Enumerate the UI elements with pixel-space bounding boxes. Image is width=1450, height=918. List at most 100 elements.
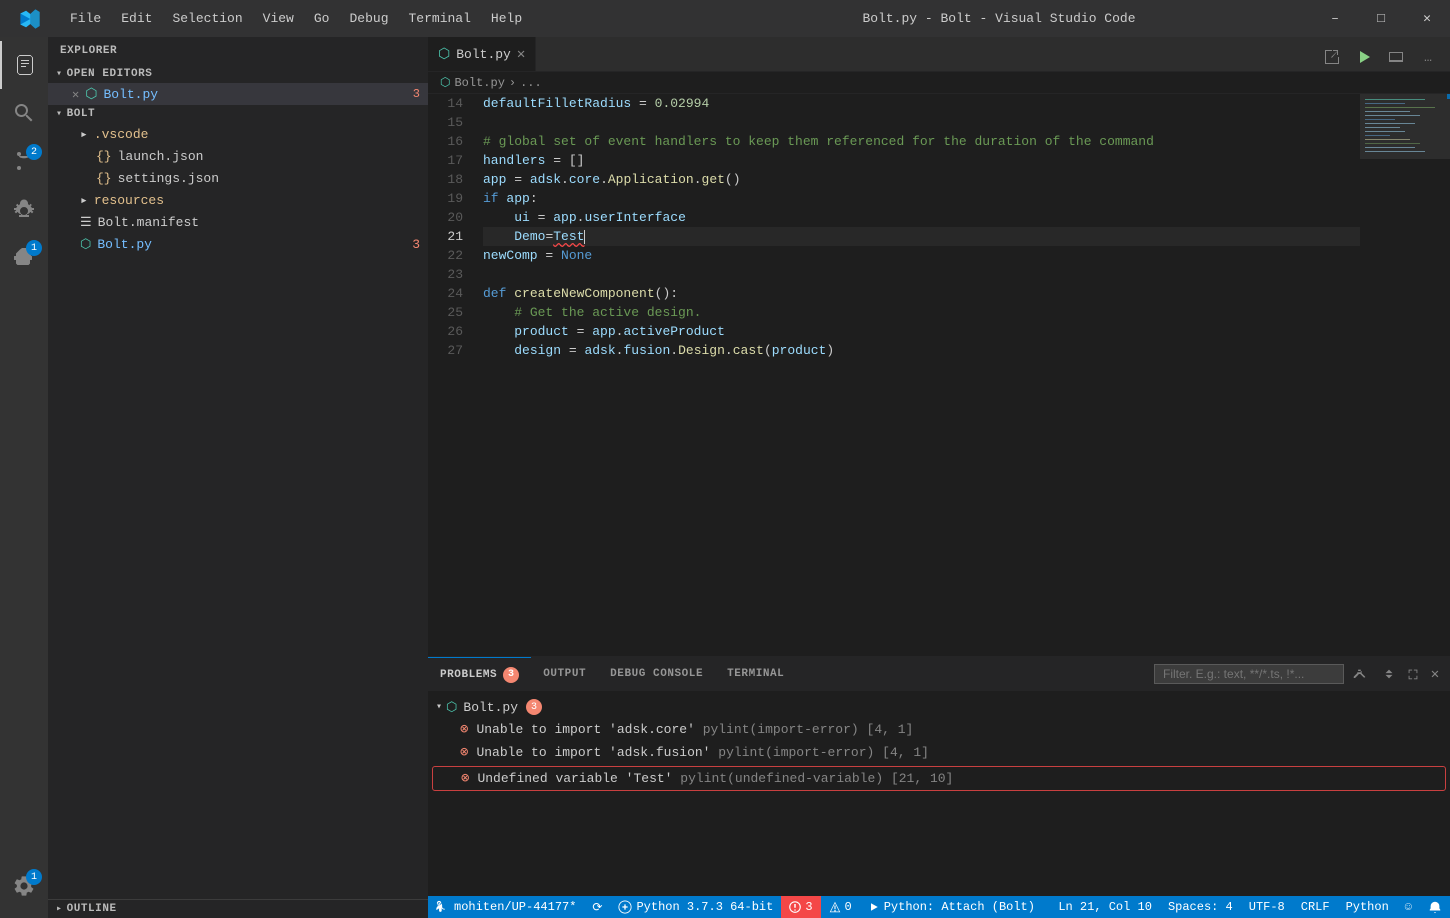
collapse-panel-icon[interactable] (1378, 663, 1400, 685)
python-icon: ⬡ (80, 237, 91, 252)
status-python-version[interactable]: Python 3.7.3 64-bit (610, 896, 781, 918)
problem-item-1[interactable]: ⊗ Unable to import 'adsk.core' pylint(im… (428, 718, 1450, 741)
sync-icon: ⟳ (592, 900, 602, 915)
minimize-button[interactable]: – (1312, 0, 1358, 37)
line-ending-text: CRLF (1301, 900, 1330, 914)
status-warnings[interactable]: 0 (821, 896, 860, 918)
manifest-icon: ☰ (80, 215, 92, 230)
folder-vscode[interactable]: ▸ .vscode (48, 123, 428, 145)
menu-terminal[interactable]: Terminal (399, 0, 481, 37)
status-language[interactable]: Python (1338, 896, 1397, 918)
status-sync[interactable]: ⟳ (584, 896, 610, 918)
terminal-label: TERMINAL (727, 668, 784, 680)
tab-boltpy[interactable]: ⬡ Bolt.py ✕ (428, 37, 536, 71)
close-panel-icon[interactable]: ✕ (1424, 663, 1446, 685)
problem-file-group[interactable]: ▾ ⬡ Bolt.py 3 (428, 696, 1450, 718)
activity-settings[interactable]: 1 (0, 862, 48, 910)
file-group-badge: 3 (526, 699, 542, 715)
activity-bar: 2 1 1 (0, 37, 48, 918)
problem-item-2[interactable]: ⊗ Unable to import 'adsk.fusion' pylint(… (428, 741, 1450, 764)
toggle-panel-button[interactable] (1382, 43, 1410, 71)
filter-settings-icon[interactable] (1348, 663, 1370, 685)
tab-problems[interactable]: PROBLEMS 3 (428, 657, 531, 692)
code-line-19: if app: (483, 189, 1360, 208)
problem-item-3[interactable]: ⊗ Undefined variable 'Test' pylint(undef… (432, 766, 1446, 791)
tab-output[interactable]: OUTPUT (531, 657, 598, 692)
run-button[interactable] (1350, 43, 1378, 71)
file-launch-json[interactable]: {} launch.json (48, 145, 428, 167)
maximize-button[interactable]: □ (1358, 0, 1404, 37)
tab-debug-console[interactable]: DEBUG CONSOLE (598, 657, 715, 692)
filter-area (1146, 663, 1378, 685)
status-errors[interactable]: 3 (781, 896, 820, 918)
encoding-text: UTF-8 (1249, 900, 1285, 914)
status-branch-name: mohiten/UP-44177* (454, 900, 576, 914)
window-controls: – □ ✕ (1312, 0, 1450, 37)
open-editor-boltpy[interactable]: ✕ ⬡ Bolt.py 3 (48, 83, 428, 105)
minimap[interactable] (1360, 94, 1450, 656)
python-version-text: Python 3.7.3 64-bit (636, 900, 773, 914)
cursor-position: Ln 21, Col 10 (1058, 900, 1152, 914)
code-line-14: defaultFilletRadius = 0.02994 (483, 94, 1360, 113)
status-bell[interactable] (1420, 896, 1450, 918)
code-content[interactable]: defaultFilletRadius = 0.02994 # global s… (473, 94, 1360, 656)
resources-folder-icon: ▸ (80, 193, 88, 208)
section-open-editors[interactable]: ▾ OPEN EDITORS (48, 65, 428, 83)
filter-input[interactable] (1154, 664, 1344, 684)
folder-resources[interactable]: ▸ resources (48, 189, 428, 211)
breadcrumb-file-icon: ⬡ (440, 75, 450, 90)
menu-view[interactable]: View (253, 0, 304, 37)
status-line-ending[interactable]: CRLF (1293, 896, 1338, 918)
problem-code-3: pylint(undefined-variable) (672, 771, 883, 786)
code-editor[interactable]: 14 15 16 17 18 19 20 21 22 23 24 25 26 2… (428, 94, 1450, 656)
section-bolt[interactable]: ▾ BOLT (48, 105, 428, 123)
activity-extensions[interactable]: 1 (0, 233, 48, 281)
menu-help[interactable]: Help (481, 0, 532, 37)
status-cursor[interactable]: Ln 21, Col 10 (1050, 896, 1160, 918)
close-button[interactable]: ✕ (1404, 0, 1450, 37)
activity-explorer[interactable] (0, 41, 48, 89)
problems-list: ▾ ⬡ Bolt.py 3 ⊗ Unable to import 'adsk.c… (428, 692, 1450, 896)
menu-selection[interactable]: Selection (162, 0, 252, 37)
folder-icon: ▸ (80, 127, 88, 142)
status-face[interactable]: ☺ (1397, 896, 1420, 918)
tab-close-button[interactable]: ✕ (517, 46, 525, 63)
file-bolt-manifest[interactable]: ☰ Bolt.manifest (48, 211, 428, 233)
breadcrumb-rest[interactable]: ... (520, 76, 542, 90)
status-run-debug[interactable]: Python: Attach (Bolt) (860, 896, 1043, 918)
section-outline[interactable]: ▸ OUTLINE (48, 899, 428, 918)
bolt-manifest-name: Bolt.manifest (98, 215, 199, 230)
chevron-outline-icon: ▸ (56, 903, 63, 915)
code-line-20: ui = app.userInterface (483, 208, 1360, 227)
activity-bottom: 1 (0, 862, 48, 910)
activity-source-control[interactable]: 2 (0, 137, 48, 185)
problem-text-1: Unable to import 'adsk.core' (476, 722, 694, 737)
file-settings-json[interactable]: {} settings.json (48, 167, 428, 189)
tab-actions: … (1310, 43, 1450, 71)
problem-code-2: pylint(import-error) (710, 745, 874, 760)
menu-debug[interactable]: Debug (339, 0, 398, 37)
breadcrumb-filename[interactable]: Bolt.py (454, 76, 504, 90)
close-file-icon[interactable]: ✕ (72, 87, 79, 102)
status-spaces[interactable]: Spaces: 4 (1160, 896, 1241, 918)
file-group-chevron-icon: ▾ (436, 701, 442, 713)
menu-edit[interactable]: Edit (111, 0, 162, 37)
menu-file[interactable]: File (60, 0, 111, 37)
status-branch[interactable]: mohiten/UP-44177* (428, 896, 584, 918)
error-count: 3 (805, 900, 812, 914)
resources-folder-name: resources (94, 193, 164, 208)
tab-filename: Bolt.py (456, 47, 511, 62)
more-actions-button[interactable]: … (1414, 43, 1442, 71)
file-bolt-py[interactable]: ⬡ Bolt.py 3 (48, 233, 428, 255)
code-line-26: product = app.activeProduct (483, 322, 1360, 341)
menu-go[interactable]: Go (304, 0, 340, 37)
activity-search[interactable] (0, 89, 48, 137)
tab-bar: ⬡ Bolt.py ✕ … (428, 37, 1450, 72)
maximize-panel-icon[interactable] (1402, 663, 1424, 685)
split-editor-button[interactable] (1318, 43, 1346, 71)
status-encoding[interactable]: UTF-8 (1241, 896, 1293, 918)
code-line-15 (483, 113, 1360, 132)
activity-debug[interactable] (0, 185, 48, 233)
tab-terminal[interactable]: TERMINAL (715, 657, 796, 692)
sidebar: EXPLORER ▾ OPEN EDITORS ✕ ⬡ Bolt.py 3 ▾ … (48, 37, 428, 918)
